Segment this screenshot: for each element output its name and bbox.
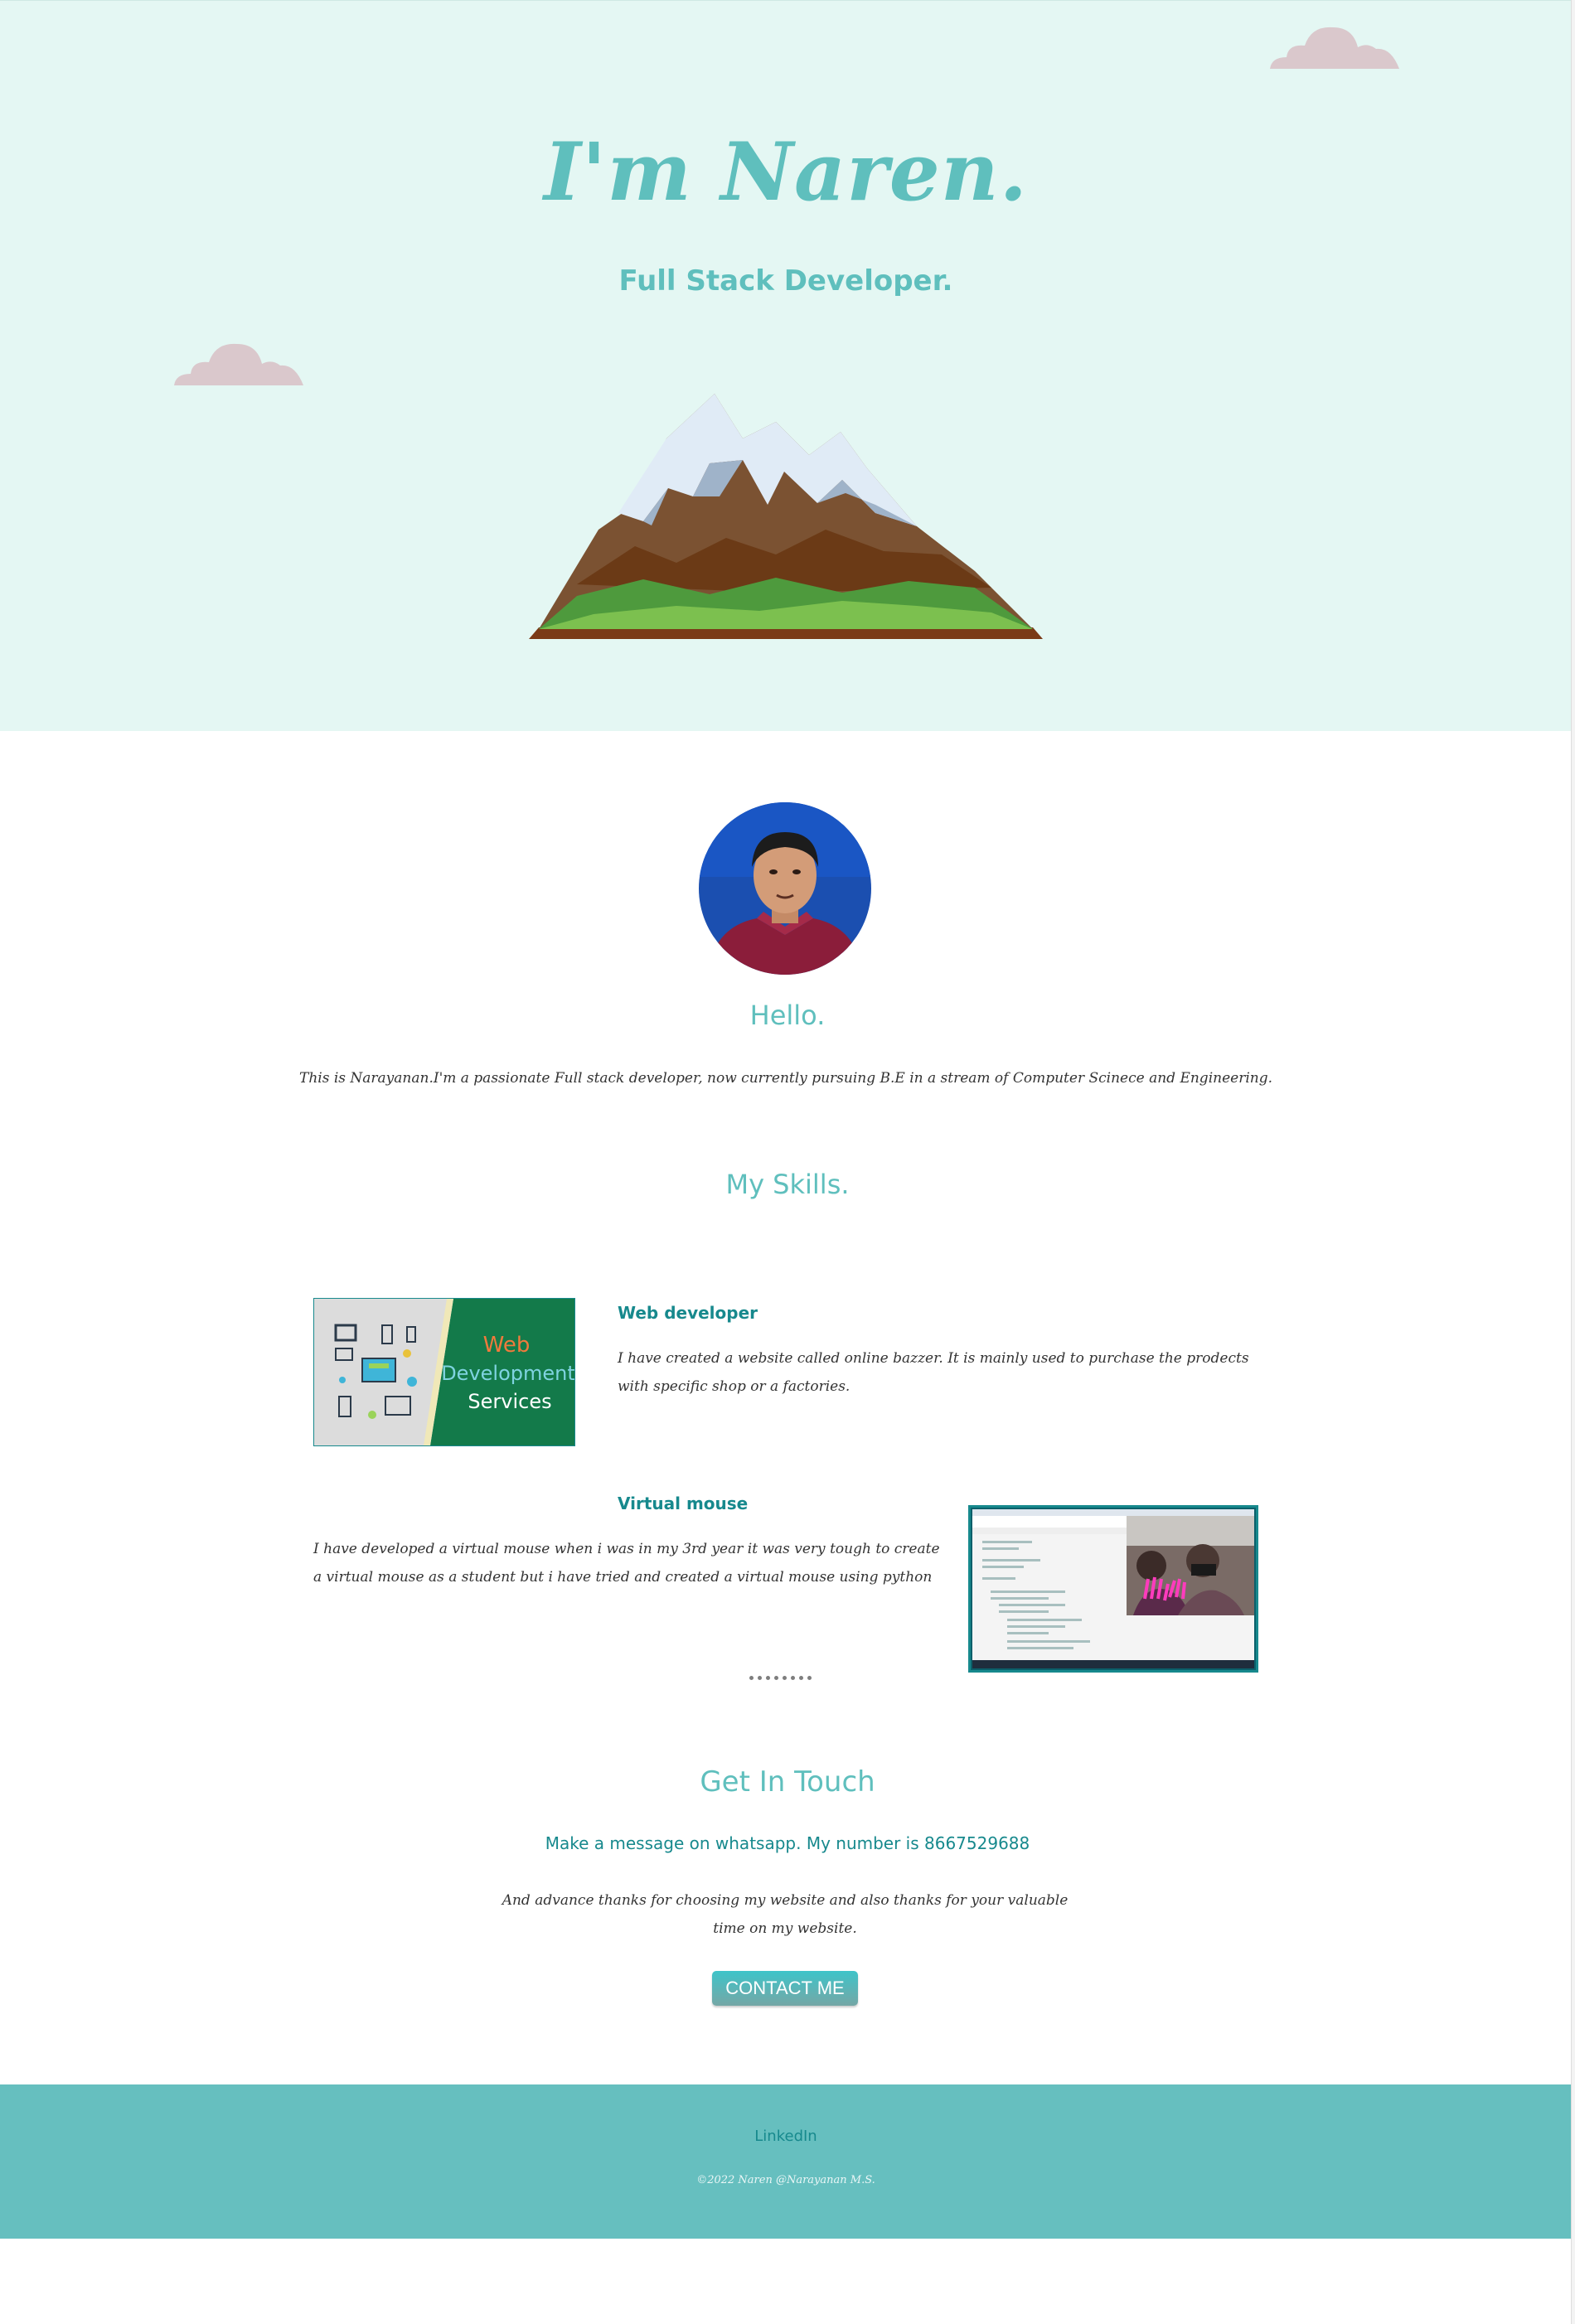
profile-photo bbox=[699, 802, 871, 975]
contact-me-button[interactable]: CONTACT ME bbox=[712, 1971, 858, 2006]
about-heading: Hello. bbox=[749, 1000, 826, 1031]
carousel-dot[interactable] bbox=[774, 1676, 778, 1680]
linkedin-link[interactable]: LinkedIn bbox=[0, 2128, 1572, 2145]
skill-text-virtual-mouse: I have developed a virtual mouse when i … bbox=[313, 1541, 940, 1586]
web-development-image: Web Development Services bbox=[313, 1298, 575, 1446]
hero-title: I'm Naren. bbox=[543, 125, 1029, 219]
footer: LinkedIn ©2022 Naren @Narayanan M.S. bbox=[0, 2084, 1572, 2239]
skill-text-web: I have created a website called online b… bbox=[618, 1350, 1249, 1395]
carousel-dot[interactable] bbox=[799, 1676, 803, 1680]
skill-title-web: Web developer bbox=[618, 1303, 758, 1323]
skill-title-virtual-mouse: Virtual mouse bbox=[618, 1494, 749, 1513]
hero-section: I'm Naren. Full Stack Developer. bbox=[0, 0, 1572, 731]
carousel-dot[interactable] bbox=[766, 1676, 770, 1680]
carousel-dot[interactable] bbox=[758, 1676, 762, 1680]
virtual-mouse-image bbox=[968, 1505, 1258, 1673]
web-image-text-2: Development bbox=[441, 1362, 574, 1385]
carousel-dot[interactable] bbox=[749, 1676, 754, 1680]
hero-subtitle: Full Stack Developer. bbox=[618, 264, 953, 298]
about-text: This is Narayanan.I'm a passionate Full … bbox=[298, 1070, 1272, 1087]
copyright-text: ©2022 Naren @Narayanan M.S. bbox=[696, 2174, 875, 2186]
page-scrollbar[interactable] bbox=[1571, 0, 1575, 2324]
contact-heading: Get In Touch bbox=[700, 1765, 875, 1799]
web-image-text-1: Web bbox=[483, 1333, 531, 1358]
carousel-dot[interactable] bbox=[807, 1676, 812, 1680]
web-image-text-3: Services bbox=[468, 1390, 551, 1413]
cloud-icon bbox=[1270, 27, 1399, 69]
mountain-illustration bbox=[529, 394, 1043, 639]
carousel-dots[interactable] bbox=[749, 1676, 812, 1680]
skills-heading: My Skills. bbox=[725, 1169, 850, 1200]
carousel-dot[interactable] bbox=[783, 1676, 787, 1680]
contact-subheading: Make a message on whatsapp. My number is… bbox=[545, 1833, 1030, 1853]
cloud-icon bbox=[174, 343, 303, 385]
carousel-dot[interactable] bbox=[791, 1676, 795, 1680]
contact-text: And advance thanks for choosing my websi… bbox=[502, 1892, 1069, 1937]
